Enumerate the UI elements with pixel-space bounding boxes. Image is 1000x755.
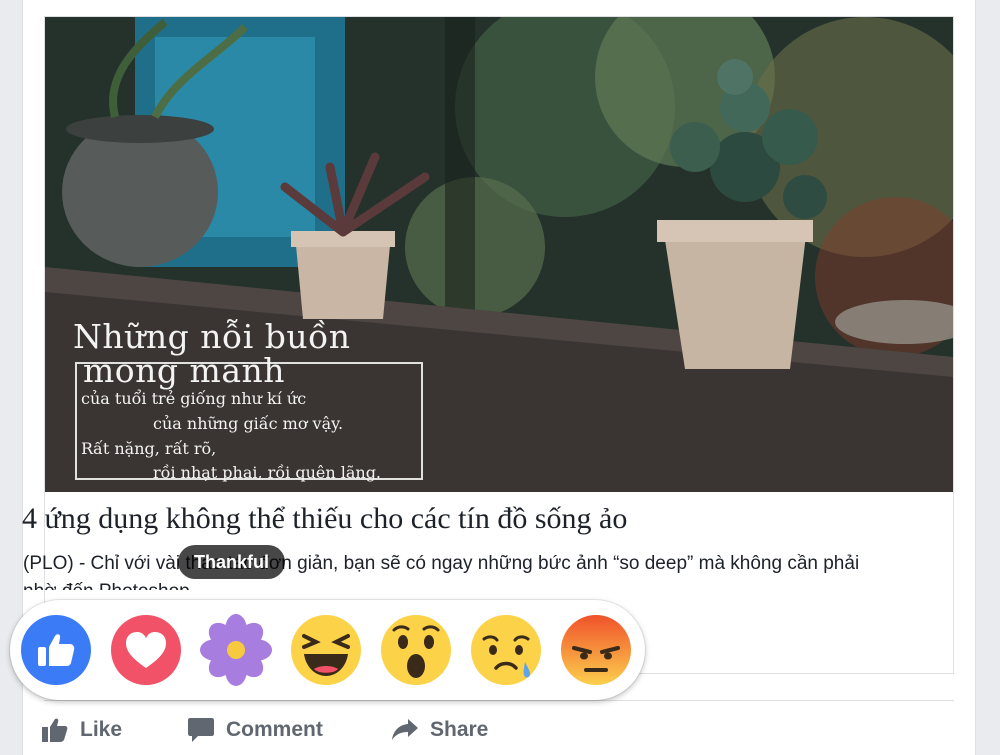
comment-label: Comment — [226, 718, 323, 741]
link-description: (PLO) - Chỉ với vài thao tác đơn giản, b… — [23, 553, 860, 590]
share-label: Share — [430, 718, 489, 741]
image-text-overlay: Những nỗi buồn mong manh của tuổi trẻ gi… — [73, 317, 438, 487]
share-button[interactable]: Share — [392, 712, 488, 748]
link-headline[interactable]: 4 ứng dụng không thể thiếu cho các tín đ… — [22, 502, 892, 536]
overlay-text-line4: của những giấc mơ vậy. — [153, 414, 344, 433]
like-reaction-icon[interactable] — [20, 614, 92, 686]
like-label: Like — [80, 718, 123, 741]
action-divider — [44, 700, 954, 701]
haha-reaction-icon[interactable] — [290, 614, 362, 686]
overlay-text-line3: của tuổi trẻ giống như kí ức — [81, 389, 307, 408]
wow-reaction-icon[interactable] — [380, 614, 452, 686]
comment-button[interactable]: Comment — [188, 712, 323, 748]
like-button[interactable]: Like — [42, 712, 122, 748]
reaction-picker — [10, 600, 645, 700]
flower-reaction-icon[interactable] — [200, 614, 272, 686]
love-reaction-icon[interactable] — [110, 614, 182, 686]
reaction-tooltip: Thankful — [178, 545, 285, 579]
overlay-title-line2: mong manh — [83, 351, 286, 390]
thumbs-up-icon — [42, 718, 68, 742]
comment-icon — [188, 718, 214, 742]
overlay-text-line6: rồi nhạt phai, rồi quên lãng. — [153, 463, 382, 482]
share-icon — [392, 719, 418, 740]
sad-reaction-icon[interactable] — [470, 614, 542, 686]
overlay-text-line5: Rất nặng, rất rõ, — [81, 439, 217, 458]
preview-image[interactable]: Những nỗi buồn mong manh của tuổi trẻ gi… — [45, 17, 953, 492]
angry-reaction-icon[interactable] — [560, 614, 632, 686]
